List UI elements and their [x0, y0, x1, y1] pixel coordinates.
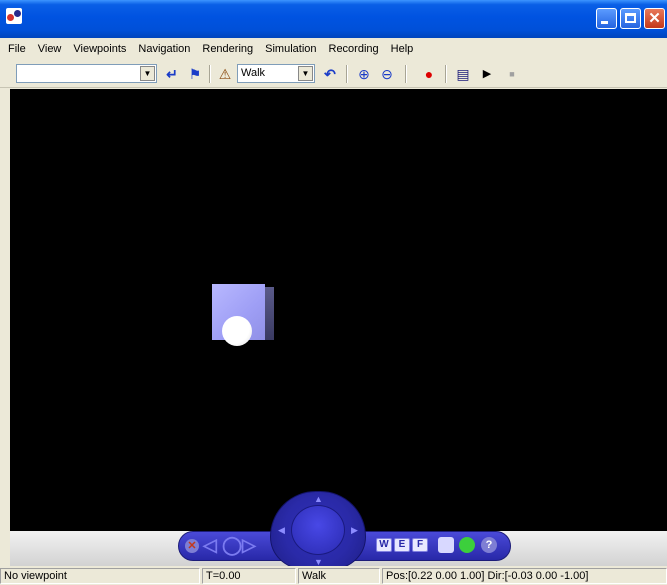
menu-navigation[interactable]: Navigation: [132, 40, 196, 58]
app-window: ✕ File View Viewpoints Navigation Render…: [0, 0, 667, 585]
status-time: T=0.00: [202, 568, 296, 584]
menu-file[interactable]: File: [2, 40, 32, 58]
viewpoint-select[interactable]: ▼: [16, 64, 157, 83]
zoom-out-icon[interactable]: ⊖: [377, 64, 397, 84]
sphere-shape[interactable]: [222, 316, 252, 346]
nav-fly-button[interactable]: F: [412, 538, 428, 552]
menu-viewpoints[interactable]: Viewpoints: [67, 40, 132, 58]
status-viewpoint: No viewpoint: [0, 568, 200, 584]
nav-walk-button[interactable]: W: [376, 538, 392, 552]
undo-move-icon[interactable]: ↶: [320, 64, 340, 84]
help-icon[interactable]: ?: [481, 537, 497, 553]
status-mode: Walk: [298, 568, 380, 584]
toolbar: ▼ ↵ ⚑ ⚠ Walk ▼ ↶ ⊕ ⊖ ● ▤ ▶ ■: [0, 60, 667, 88]
menu-rendering[interactable]: Rendering: [196, 40, 259, 58]
stop-icon[interactable]: ■: [502, 64, 522, 84]
nav-next-viewpoint-icon[interactable]: ▷: [242, 535, 256, 555]
maximize-button[interactable]: [620, 8, 641, 29]
navigation-mode-arrow-icon[interactable]: ▼: [298, 66, 313, 81]
close-icon: ✕: [648, 10, 661, 27]
toolbar-separator: [445, 65, 447, 83]
viewpoint-select-arrow-icon[interactable]: ▼: [140, 66, 155, 81]
console-icon[interactable]: ▤: [453, 64, 473, 84]
navigation-dial[interactable]: ▲ ▼ ◀ ▶: [270, 491, 366, 569]
navigation-mode-value: Walk: [241, 67, 266, 79]
light-icon[interactable]: [459, 537, 475, 553]
menu-view[interactable]: View: [32, 40, 68, 58]
scene-viewport[interactable]: [10, 89, 667, 531]
dial-right-arrow-icon[interactable]: ▶: [351, 526, 358, 535]
menu-simulation[interactable]: Simulation: [259, 40, 322, 58]
status-position: Pos:[0.22 0.00 1.00] Dir:[-0.03 0.00 -1.…: [382, 568, 667, 584]
dial-up-arrow-icon[interactable]: ▲: [314, 495, 323, 504]
menu-bar: File View Viewpoints Navigation Renderin…: [0, 38, 667, 60]
record-icon[interactable]: ●: [419, 64, 439, 84]
play-icon[interactable]: ▶: [477, 64, 497, 84]
title-bar[interactable]: ✕: [0, 0, 667, 38]
status-bar: No viewpoint T=0.00 Walk Pos:[0.22 0.00 …: [0, 566, 667, 585]
close-button[interactable]: ✕: [644, 8, 665, 29]
menu-recording[interactable]: Recording: [323, 40, 385, 58]
nav-center-ring-icon[interactable]: ◯: [222, 535, 242, 555]
nav-close-icon[interactable]: ✕: [185, 539, 199, 553]
toolbar-separator: [405, 65, 407, 83]
minimize-button[interactable]: [596, 8, 617, 29]
go-back-icon[interactable]: ↵: [162, 64, 182, 84]
logo-blue-dot: [14, 10, 21, 17]
logo-red-dot: [7, 14, 14, 21]
dial-left-arrow-icon[interactable]: ◀: [278, 526, 285, 535]
toolbar-separator: [209, 65, 211, 83]
cube-side-face: [265, 287, 274, 340]
maximize-icon: [625, 13, 636, 23]
flag-icon[interactable]: ⚑: [185, 64, 205, 84]
copy-icon[interactable]: [438, 537, 454, 553]
navigation-mode-select[interactable]: Walk ▼: [237, 64, 315, 83]
toolbar-separator: [346, 65, 348, 83]
minimize-icon: [601, 21, 608, 24]
nav-previous-viewpoint-icon[interactable]: ◁: [203, 535, 217, 555]
menu-help[interactable]: Help: [385, 40, 420, 58]
nav-examine-button[interactable]: E: [394, 538, 410, 552]
app-logo-icon[interactable]: [6, 8, 22, 24]
navigate-mode-icon[interactable]: ⚠: [215, 64, 235, 84]
zoom-in-icon[interactable]: ⊕: [354, 64, 374, 84]
navigation-dial-center[interactable]: [291, 505, 345, 555]
